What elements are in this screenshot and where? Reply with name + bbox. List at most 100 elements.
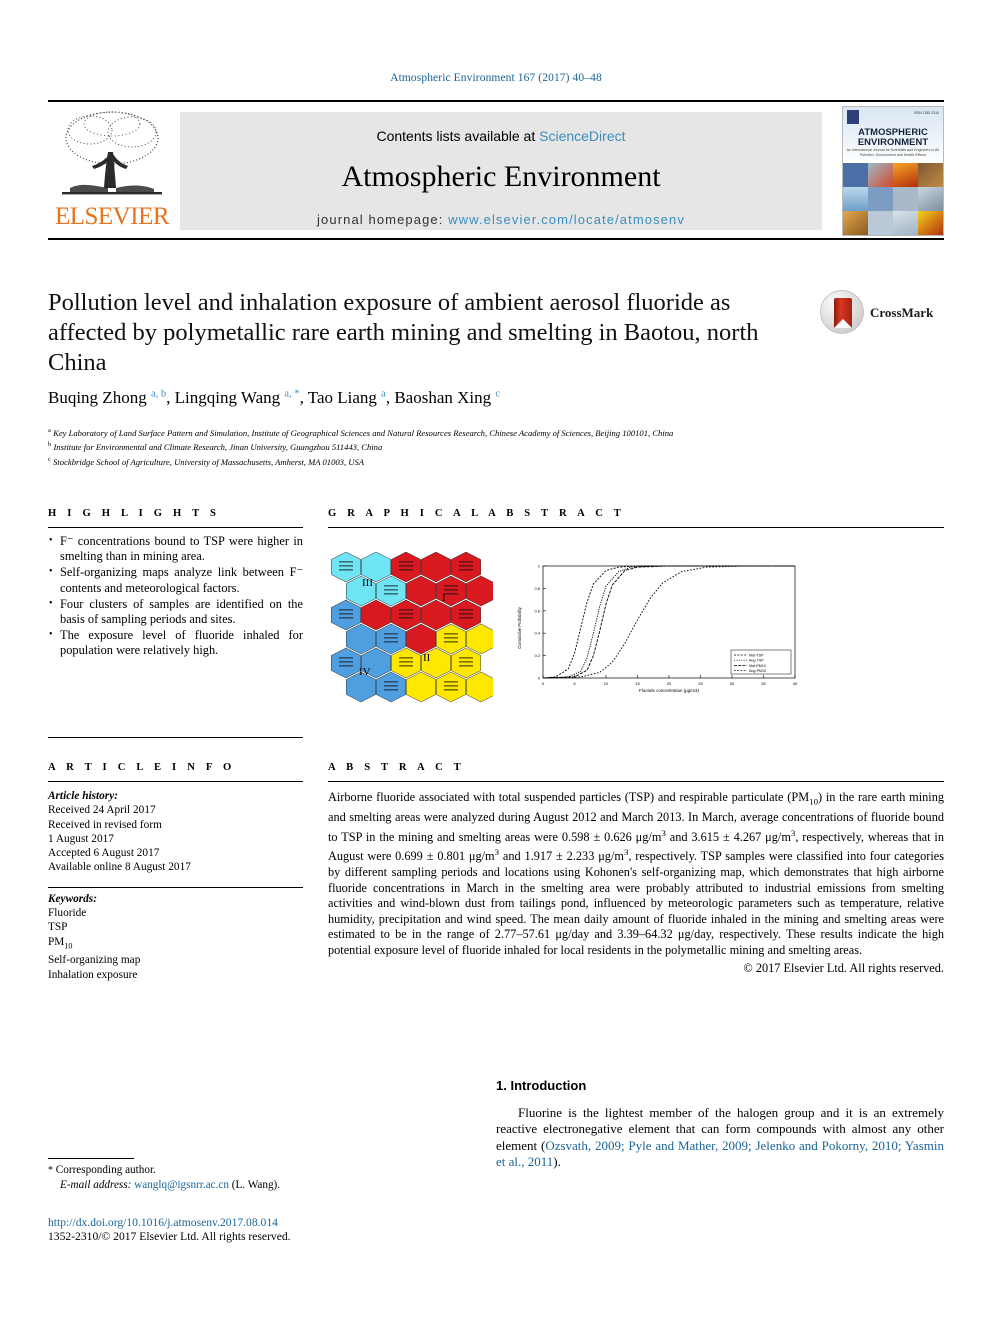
chart-x-ticklabel: 20 <box>667 681 672 686</box>
cover-tile <box>893 187 918 211</box>
highlights-heading: H I G H L I G H T S <box>48 508 221 519</box>
cover-header: ISSN 1352-2310 ATMOSPHERIC ENVIRONMENT A… <box>843 107 943 163</box>
corresponding-author-note: * Corresponding author. E-mail address: … <box>48 1163 478 1192</box>
cumulative-probability-chart: 0 5 10 15 20 25 30 35 40 0 0.2 0.4 0.6 0.8 1 Cumulativ… <box>506 557 830 707</box>
elsevier-tree-icon <box>62 111 162 195</box>
corresponding-marker: * <box>48 1165 53 1176</box>
som-cell-label-texture <box>384 633 398 635</box>
som-cell-label-texture <box>399 565 413 567</box>
abstract-body: Airborne fluoride associated with total … <box>328 790 944 957</box>
chart-x-ticklabel: 10 <box>604 681 609 686</box>
abstract-section: A B S T R A C T Airborne fluoride associ… <box>328 762 944 976</box>
cover-subtitle: An International Journal for Scientists … <box>846 148 940 157</box>
som-cell-label-texture <box>444 641 458 643</box>
cover-tile <box>868 163 893 187</box>
som-hex-cell <box>436 623 466 655</box>
keywords-lines: Fluoride TSP PM10 Self-organizing map Inhala… <box>48 906 303 982</box>
keywords-rule <box>48 886 303 888</box>
som-cell-label-texture <box>339 665 353 667</box>
email-line: E-mail address: wanglq@igsnrr.ac.cn (L. … <box>48 1178 478 1192</box>
som-cell-label-texture <box>459 561 473 563</box>
cover-tile <box>918 187 943 211</box>
cover-title-line2: ENVIRONMENT <box>857 136 929 147</box>
email-address[interactable]: wanglq@igsnrr.ac.cn <box>134 1179 229 1191</box>
som-cell-label-texture <box>459 609 473 611</box>
introduction-heading: 1. Introduction <box>496 1078 587 1093</box>
elsevier-wordmark: ELSEVIER <box>54 203 170 230</box>
som-cell-label-texture <box>444 633 458 635</box>
som-hex-cell <box>436 671 466 703</box>
som-cell-label-texture <box>339 609 353 611</box>
som-hex-cell <box>406 623 436 655</box>
som-cell-label-texture <box>339 565 353 567</box>
highlight-item: The exposure level of fluoride inhaled f… <box>48 627 303 658</box>
doi-link[interactable]: http://dx.doi.org/10.1016/j.atmosenv.201… <box>48 1216 478 1230</box>
article-info-rule <box>48 781 303 782</box>
som-cluster-label-III: III <box>362 577 373 589</box>
crossmark-notch-shape <box>834 319 852 328</box>
som-cell-label-texture <box>459 665 473 667</box>
abstract-rule <box>328 781 944 782</box>
homepage-url[interactable]: www.elsevier.com/locate/atmosenv <box>448 212 685 227</box>
som-hex-cell <box>346 623 376 655</box>
journal-homepage-line: journal homepage: www.elsevier.com/locat… <box>180 212 822 227</box>
highlights-bottom-rule <box>48 737 303 738</box>
chart-xlabel: Fluoride concentration (µg/m3) <box>639 688 699 693</box>
som-hex-cell <box>331 551 361 583</box>
chart-y-ticklabel: 0.4 <box>534 631 540 636</box>
som-cell-label-texture <box>399 609 413 611</box>
som-hex-cell <box>406 575 436 607</box>
som-cell-label-texture <box>399 657 413 659</box>
paper-page: Atmospheric Environment 167 (2017) 40–48 <box>0 0 992 1323</box>
som-hex-cell <box>391 551 421 583</box>
highlight-item: Self-organizing maps analyze link betwee… <box>48 564 303 595</box>
keyword-item: Inhalation exposure <box>48 968 138 981</box>
homepage-prefix: journal homepage: <box>317 212 449 227</box>
article-history-item: Received in revised form <box>48 818 162 831</box>
som-hex-cell <box>331 599 361 631</box>
som-hex-cell <box>391 599 421 631</box>
som-cell-label-texture <box>339 569 353 571</box>
chart-legend-label: Aug-PM10 <box>749 669 766 673</box>
chart-x-ticklabel: 30 <box>730 681 735 686</box>
keyword-item: TSP <box>48 921 68 934</box>
som-hex-cell <box>331 647 361 679</box>
highlights-list: F⁻ concentrations bound to TSP were high… <box>48 533 303 659</box>
som-hex-cell <box>421 599 451 631</box>
som-hex-cell <box>406 671 436 703</box>
som-cell-label-texture <box>339 613 353 615</box>
som-hex-cell <box>466 671 493 703</box>
sciencedirect-link[interactable]: ScienceDirect <box>539 128 625 144</box>
som-cell-label-texture <box>384 589 398 591</box>
som-cell-label-texture <box>339 617 353 619</box>
running-head: Atmospheric Environment 167 (2017) 40–48 <box>390 72 602 84</box>
journal-cover-thumbnail: ISSN 1352-2310 ATMOSPHERIC ENVIRONMENT A… <box>842 106 944 236</box>
abstract-copyright: © 2017 Elsevier Ltd. All rights reserved… <box>743 960 944 975</box>
som-hex-cell <box>376 671 406 703</box>
article-history-label: Article history: <box>48 790 118 802</box>
crossmark-icon <box>820 290 864 334</box>
crossmark-badge[interactable]: CrossMark <box>820 290 938 336</box>
cover-tile <box>868 187 893 211</box>
som-hexagon-map: III I II IV <box>331 551 493 703</box>
som-hex-cell <box>451 599 481 631</box>
som-cell-label-texture <box>399 661 413 663</box>
article-history: Article history: Received 24 April 2017 R… <box>48 789 303 875</box>
som-cell-label-texture <box>459 657 473 659</box>
graphical-abstract-heading: G R A P H I C A L A B S T R A C T <box>328 508 625 519</box>
som-cell-label-texture <box>444 637 458 639</box>
graphical-abstract-section: G R A P H I C A L A B S T R A C T <box>328 508 944 528</box>
som-cell-label-texture <box>459 613 473 615</box>
chart-y-ticklabel: 0.2 <box>534 653 540 658</box>
chart-y-ticklabel: 0 <box>538 676 541 681</box>
keyword-item: Self-organizing map <box>48 954 141 967</box>
chart-x-ticklabel: 35 <box>761 681 766 686</box>
cover-tile <box>893 163 918 187</box>
cover-issn: ISSN 1352-2310 <box>913 111 939 115</box>
chart-y-ticklabel: 0.8 <box>534 586 540 591</box>
som-cell-label-texture <box>444 585 458 587</box>
som-cell-label-texture <box>399 569 413 571</box>
affiliation-line: a Key Laboratory of Land Surface Pattern… <box>48 427 674 438</box>
som-cell-label-texture <box>444 685 458 687</box>
som-cell-label-texture <box>384 689 398 691</box>
